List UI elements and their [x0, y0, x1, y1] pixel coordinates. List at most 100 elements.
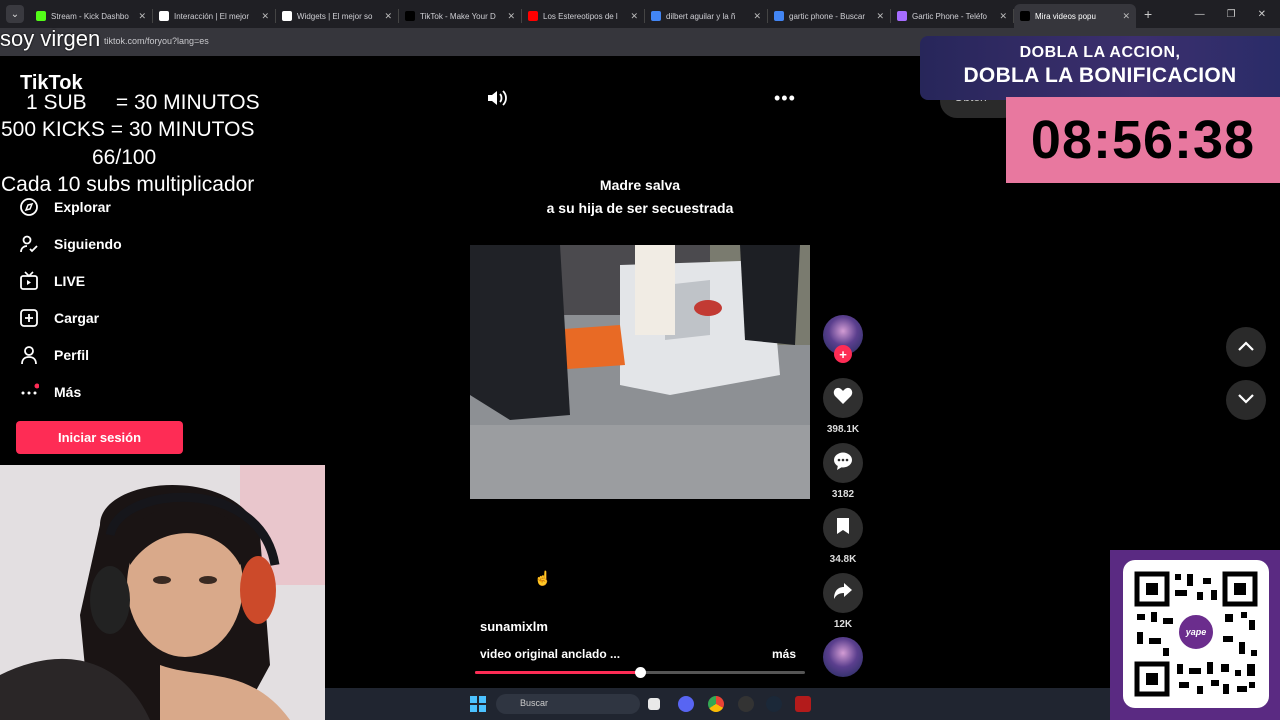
- previous-video-button[interactable]: [1226, 327, 1266, 367]
- browser-tab[interactable]: dilbert aguilar y la ñ ✕: [645, 4, 767, 28]
- tab-favicon-icon: [528, 11, 538, 21]
- comment-count: 3182: [831, 489, 855, 500]
- login-button[interactable]: Iniciar sesión: [16, 421, 183, 454]
- chevron-down-icon: [1238, 391, 1254, 409]
- goal-progress: 66/100: [92, 146, 157, 169]
- browser-tab[interactable]: Gartic Phone - Teléfo ✕: [891, 4, 1013, 28]
- yape-logo: yape: [1176, 612, 1216, 652]
- more-options-icon[interactable]: •••: [774, 88, 796, 109]
- comment-button[interactable]: [823, 443, 863, 483]
- restore-icon[interactable]: ❐: [1227, 9, 1236, 20]
- windows-start-icon[interactable]: [470, 696, 486, 712]
- sidebar-item-label: Siguiendo: [54, 236, 122, 252]
- mouse-cursor-icon: ☝: [534, 570, 552, 586]
- browser-tab[interactable]: Los Estereotipos de l ✕: [522, 4, 644, 28]
- tab-close-icon[interactable]: ✕: [384, 11, 392, 22]
- sidebar-item-explorar[interactable]: Explorar: [18, 196, 111, 218]
- goal-line-4: Cada 10 subs multiplicador: [1, 173, 255, 196]
- video-progress-thumb[interactable]: [635, 667, 646, 678]
- subathon-timer: 08:56:38: [1006, 97, 1280, 183]
- bookmark-icon: [836, 517, 850, 540]
- tab-favicon-icon: [405, 11, 415, 21]
- tab-title: Gartic Phone - Teléfo: [912, 11, 988, 21]
- steam-icon[interactable]: [766, 696, 782, 712]
- tab-close-icon[interactable]: ✕: [1122, 11, 1130, 22]
- video-progress-bar[interactable]: [475, 667, 805, 678]
- chrome-icon[interactable]: [708, 696, 724, 712]
- tab-close-icon[interactable]: ✕: [261, 11, 269, 22]
- browser-tab[interactable]: Mira videos popu ✕: [1014, 4, 1136, 28]
- compass-icon: [18, 196, 40, 218]
- close-window-icon[interactable]: ✕: [1258, 9, 1266, 20]
- minimize-icon[interactable]: —: [1195, 9, 1205, 20]
- video-still-image: [470, 245, 810, 499]
- sidebar-item-siguiendo[interactable]: Siguiendo: [18, 233, 122, 255]
- promo-banner: DOBLA LA ACCION, DOBLA LA BONIFICACION: [920, 36, 1280, 100]
- sidebar-item-live[interactable]: LIVE: [18, 270, 85, 292]
- windows-taskbar: Buscar: [325, 688, 1110, 720]
- sidebar-item-cargar[interactable]: Cargar: [18, 307, 99, 329]
- tab-close-icon[interactable]: ✕: [138, 11, 146, 22]
- sidebar-item-label: Más: [54, 384, 82, 400]
- tab-title: Widgets | El mejor so: [297, 11, 373, 21]
- live-icon: [18, 270, 40, 292]
- browser-tab[interactable]: Widgets | El mejor so ✕: [276, 4, 398, 28]
- tab-close-icon[interactable]: ✕: [507, 11, 515, 22]
- like-button[interactable]: [823, 378, 863, 418]
- video-description: video original anclado ...: [480, 647, 621, 661]
- tab-close-icon[interactable]: ✕: [630, 11, 638, 22]
- tab-close-icon[interactable]: ✕: [753, 11, 761, 22]
- qr-code: yape: [1123, 560, 1269, 708]
- tab-favicon-icon: [774, 11, 784, 21]
- caption-line-1: Madre salva: [599, 177, 681, 193]
- video-username[interactable]: sunamixlm: [480, 619, 548, 634]
- video-frame[interactable]: [470, 245, 810, 499]
- browser-tab[interactable]: TikTok - Make Your D ✕: [399, 4, 521, 28]
- sidebar-item-label: LIVE: [54, 273, 86, 289]
- browser-tab[interactable]: Stream - Kick Dashbo ✕: [30, 4, 152, 28]
- profile-icon: [18, 344, 40, 366]
- follow-plus-icon[interactable]: +: [834, 345, 852, 363]
- taskbar-search-input[interactable]: Buscar: [496, 694, 640, 714]
- new-tab-icon[interactable]: +: [1144, 6, 1152, 22]
- sidebar-item-label: Cargar: [54, 310, 100, 326]
- task-view-icon[interactable]: [648, 698, 660, 710]
- caption-line-2: a su hija de ser secuestrada: [546, 200, 734, 216]
- webcam-feed: [0, 465, 325, 720]
- description-more-link[interactable]: más: [772, 647, 796, 661]
- tab-search-icon[interactable]: ⌄: [6, 5, 24, 23]
- sidebar-item-label: Perfil: [54, 347, 90, 363]
- volume-icon[interactable]: [486, 88, 508, 113]
- browser-tab[interactable]: Interacción | El mejor ✕: [153, 4, 275, 28]
- promo-line-1: DOBLA LA ACCION,: [1019, 44, 1181, 61]
- tab-list: Stream - Kick Dashbo ✕ Interacción | El me…: [30, 0, 1136, 28]
- obs-icon[interactable]: [738, 696, 754, 712]
- like-count: 398.1K: [826, 424, 860, 435]
- share-button[interactable]: [823, 573, 863, 613]
- tab-favicon-icon: [1020, 11, 1030, 21]
- browser-tab[interactable]: gartic phone - Buscar ✕: [768, 4, 890, 28]
- tab-title: dilbert aguilar y la ñ: [666, 11, 736, 21]
- more-icon: [18, 381, 40, 403]
- upload-icon: [18, 307, 40, 329]
- share-icon: [833, 582, 853, 605]
- sidebar-item-mas[interactable]: Más: [18, 381, 81, 403]
- dota-icon[interactable]: [795, 696, 811, 712]
- url-text[interactable]: tiktok.com/foryou?lang=es: [104, 36, 209, 46]
- yape-qr-panel: yape: [1110, 550, 1280, 720]
- tab-favicon-icon: [282, 11, 292, 21]
- comment-icon: [833, 452, 853, 475]
- sidebar-item-perfil[interactable]: Perfil: [18, 344, 89, 366]
- sound-avatar[interactable]: [823, 637, 863, 677]
- share-count: 12K: [833, 619, 853, 630]
- tab-close-icon[interactable]: ✕: [999, 11, 1007, 22]
- goal-line-2: 500 KICKS = 30 MINUTOS: [1, 118, 255, 141]
- tab-favicon-icon: [897, 11, 907, 21]
- tab-favicon-icon: [36, 11, 46, 21]
- save-button[interactable]: [823, 508, 863, 548]
- tab-title: gartic phone - Buscar: [789, 11, 866, 21]
- tab-close-icon[interactable]: ✕: [876, 11, 884, 22]
- discord-icon[interactable]: [678, 696, 694, 712]
- next-video-button[interactable]: [1226, 380, 1266, 420]
- promo-line-2: DOBLA LA BONIFICACION: [963, 64, 1237, 87]
